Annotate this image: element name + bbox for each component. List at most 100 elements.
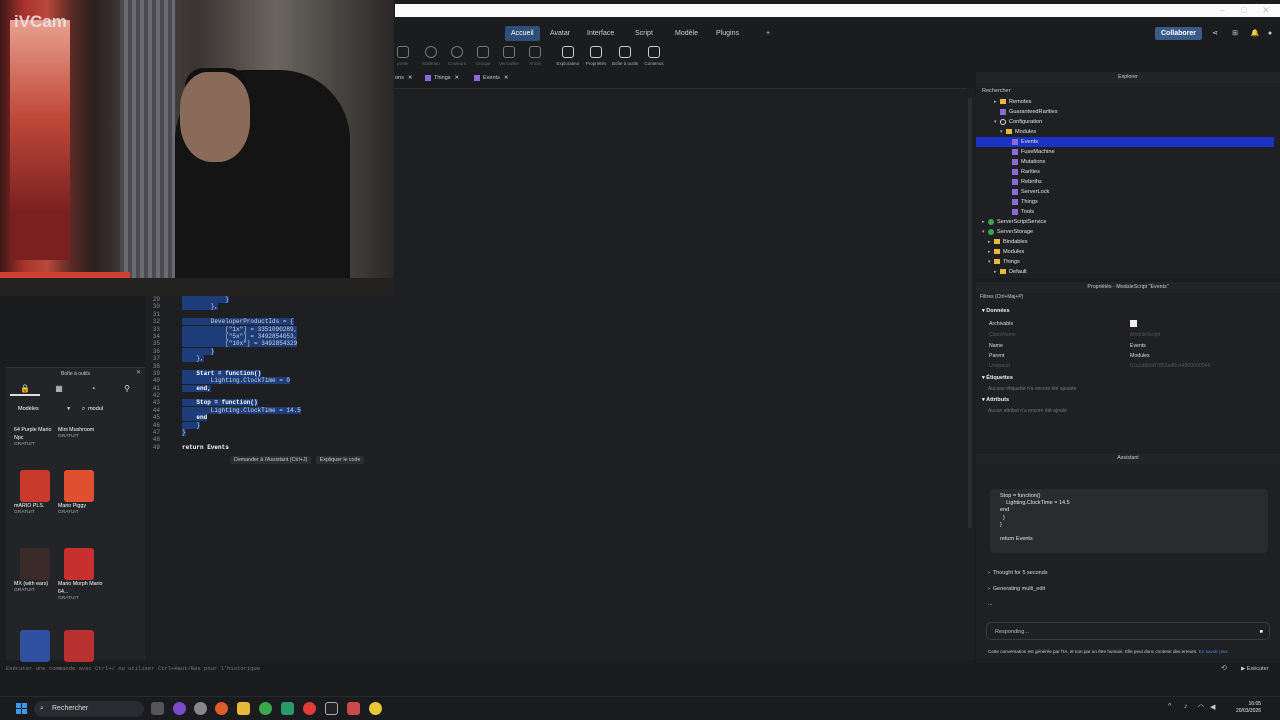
wifi-icon[interactable]: ◠ — [1198, 703, 1204, 711]
tree-item[interactable]: ▸ Default — [976, 267, 1274, 277]
code-line[interactable]: 48 — [148, 436, 388, 443]
section-attributes[interactable]: ▾ Attributs — [976, 395, 1280, 406]
tree-item[interactable]: ServerLock — [976, 187, 1274, 197]
tree-item[interactable]: ▾ Configuration — [976, 117, 1274, 127]
volume-icon[interactable]: ◀ — [1210, 703, 1215, 711]
stop-icon[interactable]: ■ — [1260, 623, 1263, 641]
clock[interactable]: 16:05 20/03/2026 — [1236, 701, 1261, 715]
tab-interface[interactable]: Interface — [587, 26, 614, 41]
doc-tab-things[interactable]: Things ✕ — [425, 73, 459, 84]
app-icon[interactable] — [369, 702, 382, 715]
ribbon-explorer[interactable]: Explorateur — [554, 44, 582, 72]
code-line[interactable]: 35 ["10x"] = 3492854329 — [148, 340, 388, 348]
close-icon[interactable]: ✕ — [408, 75, 413, 81]
tree-item[interactable]: Things — [976, 197, 1274, 207]
toolbox-search[interactable]: ⌕ modul — [82, 404, 142, 415]
grid-icon[interactable]: ⊞ — [1230, 26, 1240, 41]
tree-item[interactable]: ▾ ServerStorage — [976, 227, 1274, 237]
tree-item[interactable]: ▾ Modules — [976, 127, 1274, 137]
tree-item[interactable]: ▸ Remotes — [976, 97, 1274, 107]
settings-icon[interactable] — [194, 702, 207, 715]
scrollbar-thumb[interactable] — [968, 98, 972, 528]
assistant-input[interactable]: Responding... ■ — [986, 622, 1270, 640]
app-icon[interactable] — [281, 702, 294, 715]
code-line[interactable]: 37 }, — [148, 355, 388, 363]
close-icon[interactable]: ✕ — [1261, 5, 1271, 15]
taskbar-search[interactable]: ⌕ Rechercher — [34, 701, 144, 717]
share-icon[interactable]: ⋖ — [1210, 26, 1220, 41]
code-line[interactable]: 40 Lighting.ClockTime = 0 — [148, 377, 388, 385]
learn-more-link[interactable]: En savoir plus — [1199, 649, 1228, 654]
prop-parent[interactable]: Parent Modules — [976, 351, 1280, 361]
code-line[interactable]: 45 end — [148, 414, 388, 422]
code-line[interactable]: 44 Lighting.ClockTime = 14.5 — [148, 406, 388, 414]
ribbon-lock[interactable]: Verrouiller — [495, 44, 523, 72]
generating-toggle[interactable]: › Generating multi_edit — [988, 586, 1045, 592]
category-select[interactable]: Modèles ▾ — [12, 404, 74, 415]
tree-item[interactable]: Rarities — [976, 167, 1274, 177]
tree-item[interactable]: ▸ Modules — [976, 247, 1274, 257]
code-line[interactable]: 36 } — [148, 347, 388, 355]
doc-tab-partial[interactable]: ons ✕ — [395, 73, 412, 84]
app-icon[interactable] — [303, 702, 316, 715]
app-icon[interactable] — [347, 702, 360, 715]
close-icon[interactable]: ✕ — [136, 369, 141, 376]
prop-name[interactable]: Name Events — [976, 341, 1280, 351]
code-line[interactable]: 49 return Events — [148, 444, 388, 451]
bag-icon[interactable]: 🔒 — [10, 384, 40, 396]
tab-avatar[interactable]: Avatar — [550, 26, 570, 41]
tree-item[interactable]: Mutations — [976, 157, 1274, 167]
properties-filter[interactable]: Filtres (Ctrl+Maj+P) — [980, 294, 1023, 300]
code-line[interactable]: 46 } — [148, 421, 388, 429]
run-button[interactable]: ▶ Exécuter — [1241, 663, 1268, 675]
add-tab-button[interactable]: + — [766, 26, 770, 41]
editor-scrollbar[interactable] — [966, 88, 974, 660]
code-line[interactable]: 39 Start = function() — [148, 369, 388, 377]
clock-icon[interactable]: ◔ — [78, 384, 108, 396]
tree-item[interactable]: Events — [976, 137, 1274, 147]
code-line[interactable]: 31 — [148, 311, 388, 318]
tree-item[interactable]: Rebirths — [976, 177, 1274, 187]
tab-script[interactable]: Script — [635, 26, 653, 41]
section-data[interactable]: ▾ Données — [976, 306, 1280, 317]
close-icon[interactable]: ✕ — [504, 75, 509, 81]
maximize-icon[interactable]: □ — [1239, 5, 1249, 15]
code-line[interactable]: 29 } — [148, 296, 388, 303]
code-view[interactable]: 29 } 30 }, 31 32 DeveloperProductIds = {33 … — [148, 296, 388, 456]
mic-icon[interactable]: ♪ — [1184, 703, 1188, 710]
toolbox-item[interactable]: Mario Morph Mario 64... GRATUIT — [58, 548, 102, 628]
grid-icon[interactable]: ▦ — [44, 384, 74, 396]
tree-item[interactable]: ▾ Things — [976, 257, 1274, 267]
toolbox-item[interactable]: Mario Piggy GRATUIT — [58, 470, 102, 550]
app-icon[interactable] — [173, 702, 186, 715]
tree-item[interactable]: GuaranteedRarities — [976, 107, 1274, 117]
roblox-studio-icon[interactable] — [325, 702, 338, 715]
firefox-icon[interactable] — [215, 702, 228, 715]
archivable-checkbox[interactable] — [1130, 320, 1137, 327]
ribbon-anchor[interactable]: Ancré — [521, 44, 549, 72]
tab-plugins[interactable]: Plugins — [716, 26, 739, 41]
tab-accueil[interactable]: Accueil — [505, 26, 540, 41]
code-line[interactable]: 33 ["1x"] = 3351090289, — [148, 325, 388, 333]
command-bar[interactable]: Exécuter une commande avec Ctrl+/ ou uti… — [0, 663, 975, 675]
tree-item[interactable]: Tools — [976, 207, 1274, 217]
explorer-search[interactable]: Rechercher — [976, 86, 1280, 96]
windows-start-icon[interactable] — [16, 703, 28, 715]
code-line[interactable]: 42 — [148, 392, 388, 399]
code-line[interactable]: 32 DeveloperProductIds = { — [148, 318, 388, 326]
code-line[interactable]: 47} — [148, 429, 388, 437]
minimize-icon[interactable]: – — [1217, 5, 1227, 15]
ribbon-properties[interactable]: Propriétés — [582, 44, 610, 72]
code-line[interactable]: 30 }, — [148, 303, 388, 311]
pin-icon[interactable]: ⚲ — [112, 384, 142, 396]
ribbon-toolbox[interactable]: Boîte à outils — [611, 44, 639, 72]
ask-assistant-button[interactable]: Demander à l'Assistant (Ctrl+J) — [230, 456, 312, 464]
code-line[interactable]: 41 end, — [148, 384, 388, 392]
toolbox-item[interactable]: MX (with ears) GRATUIT — [14, 548, 58, 628]
tree-item[interactable]: ▸ ServerScriptService — [976, 217, 1274, 227]
avatar[interactable]: ● — [1265, 26, 1275, 41]
code-line[interactable]: 34 ["5x"] = 3492854053, — [148, 332, 388, 340]
ribbon-contents[interactable]: Contenus — [640, 44, 668, 72]
collaborate-button[interactable]: Collaborer — [1155, 27, 1203, 40]
folder-icon[interactable] — [237, 702, 250, 715]
